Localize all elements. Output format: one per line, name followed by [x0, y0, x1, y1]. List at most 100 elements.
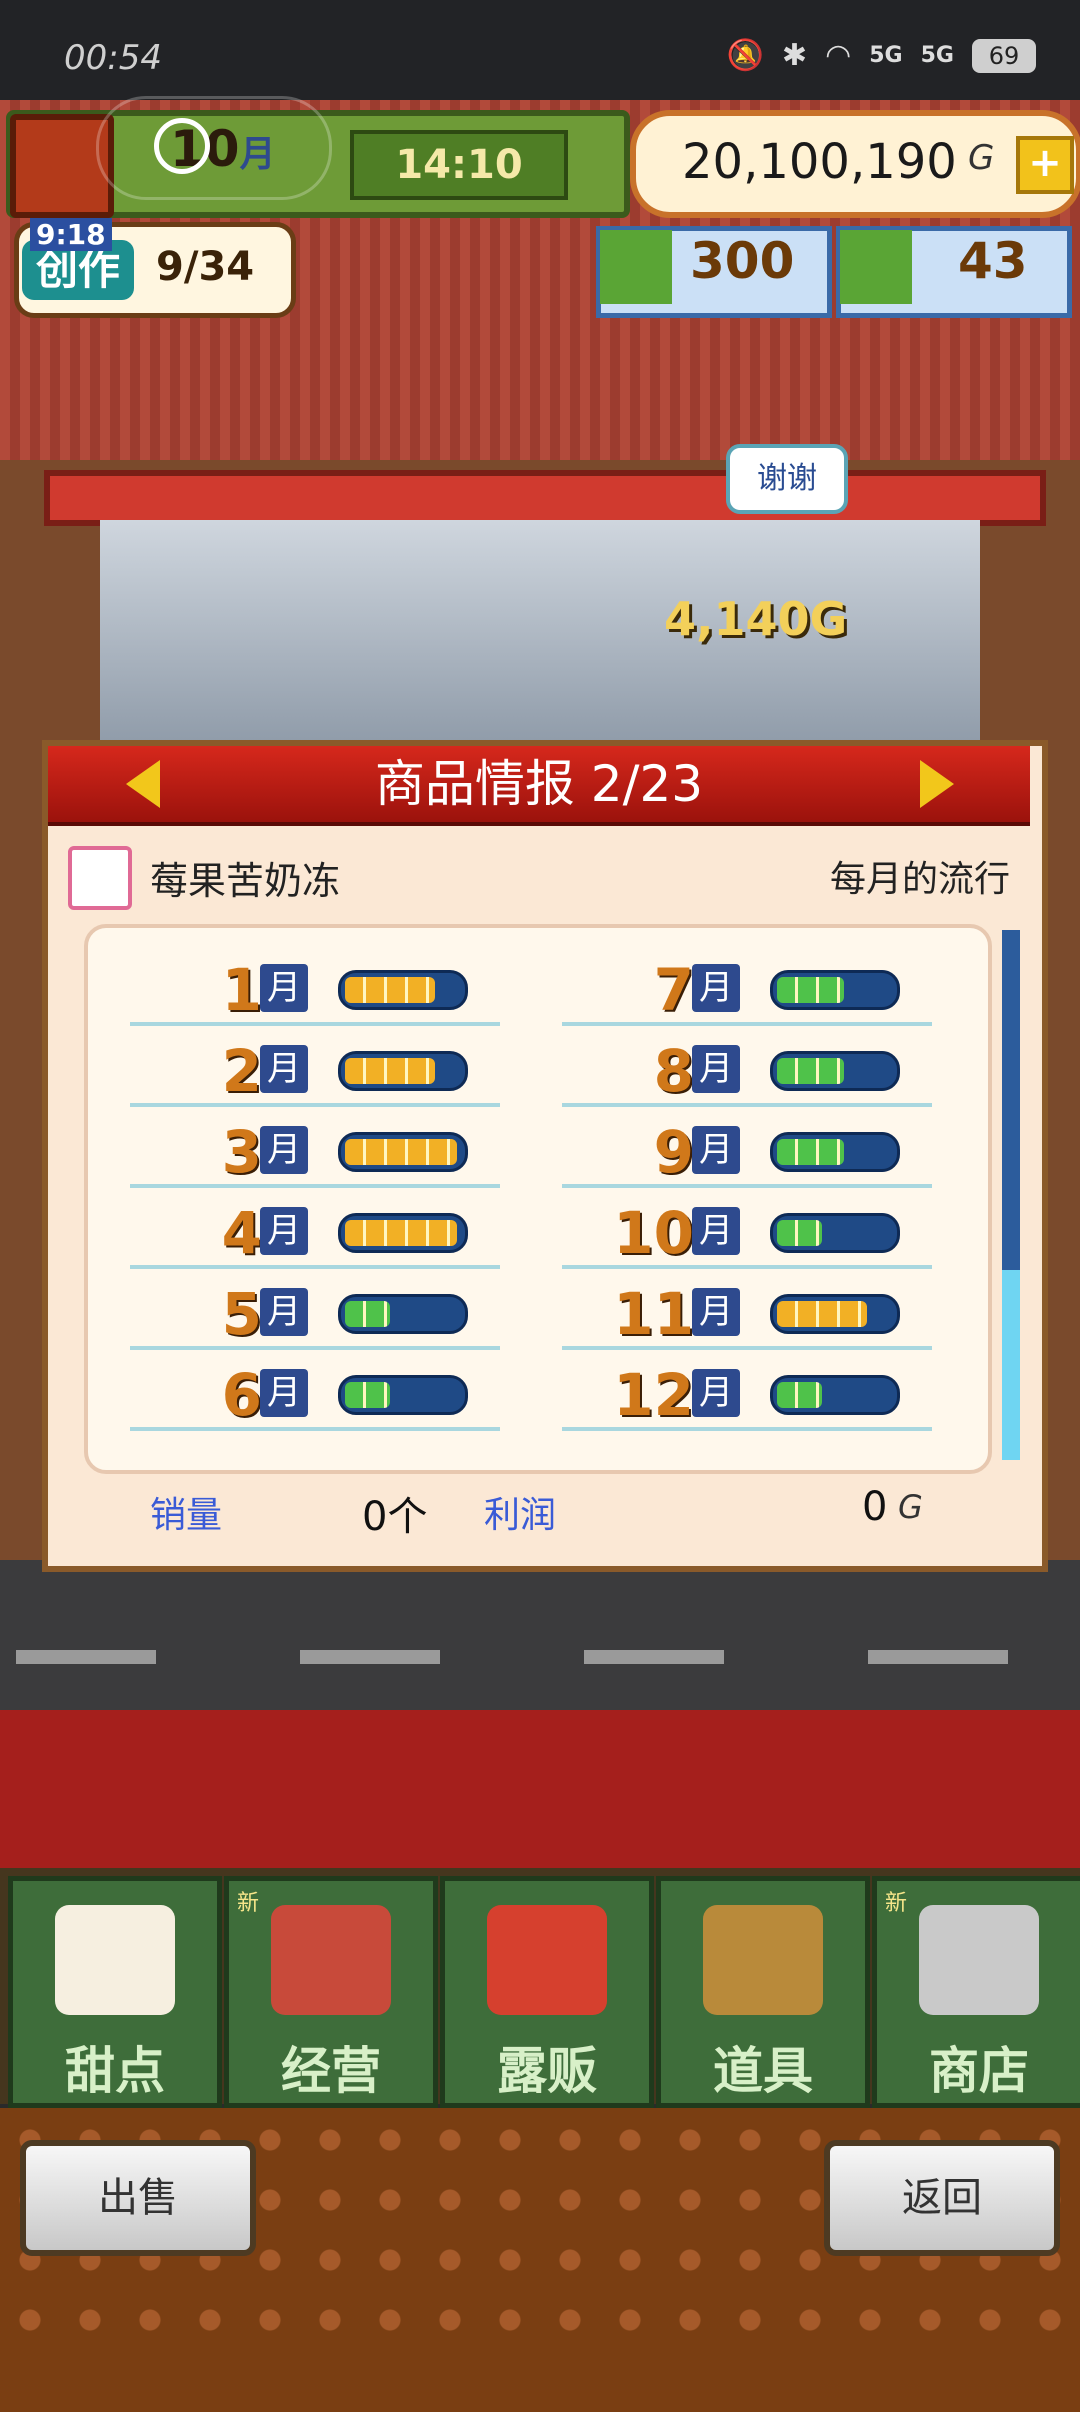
row-divider — [130, 1427, 500, 1431]
month-row: 9月 — [562, 1108, 932, 1188]
row-divider — [562, 1022, 932, 1026]
signal-icon-2: 5G — [920, 43, 954, 68]
month-suffix: 月 — [260, 1126, 308, 1174]
status-icons: 🔕 ✱ ◠ 5G 5G 69 — [727, 38, 1036, 73]
month-row: 4月 — [130, 1189, 500, 1269]
dessert-icon — [68, 846, 132, 910]
game-clock: 14:10 — [350, 130, 568, 200]
next-arrow-icon[interactable] — [920, 760, 954, 808]
create-count: 9/34 — [156, 244, 255, 290]
status-time: 00:54 — [64, 38, 162, 78]
nav-label: 商店 — [929, 2042, 1029, 2100]
row-divider — [130, 1265, 500, 1269]
row-divider — [562, 1265, 932, 1269]
new-badge: 新 — [237, 1891, 260, 1916]
month-row: 2月 — [130, 1027, 500, 1107]
road-marking — [300, 1650, 440, 1664]
silver-coin-icon — [840, 230, 912, 304]
cake-icon — [55, 1905, 175, 2015]
nav-item-2[interactable]: 露贩 — [440, 1876, 654, 2108]
month-row: 3月 — [130, 1108, 500, 1188]
month-suffix: 月 — [692, 1288, 740, 1336]
row-divider — [130, 1346, 500, 1350]
popularity-fill — [345, 1058, 435, 1084]
profit-label: 利润 — [484, 1495, 557, 1536]
food-truck-icon — [487, 1905, 607, 2015]
panel-header: 商品情报 2/23 — [48, 746, 1030, 826]
nav-item-4[interactable]: 新商店 — [872, 1876, 1080, 2108]
coin-value: 43 — [958, 232, 1028, 290]
month-number: 10 — [613, 1199, 694, 1267]
month-number: 9 — [653, 1118, 694, 1186]
popularity-bar — [770, 970, 900, 1010]
month-suffix: 月 — [692, 1369, 740, 1417]
gold-value: 300 — [690, 232, 795, 290]
wifi-icon: ◠ — [825, 38, 852, 73]
road-marking — [16, 1650, 156, 1664]
row-divider — [130, 1103, 500, 1107]
nav-item-3[interactable]: 道具 — [656, 1876, 870, 2108]
month-row: 6月 — [130, 1351, 500, 1431]
month-suffix: 月 — [260, 1045, 308, 1093]
popularity-fill — [345, 1301, 390, 1327]
shopping-cart-icon — [919, 1905, 1039, 2015]
popularity-bar — [338, 1051, 468, 1091]
month-row: 7月 — [562, 946, 932, 1026]
sales-label: 销量 — [150, 1495, 223, 1536]
popularity-fill — [777, 1139, 844, 1165]
month-suffix: 月 — [260, 1207, 308, 1255]
scrollbar-thumb[interactable] — [1002, 1270, 1020, 1460]
add-money-button[interactable]: + — [1016, 136, 1074, 194]
nav-item-0[interactable]: 甜点 — [8, 1876, 222, 2108]
row-divider — [562, 1427, 932, 1431]
popularity-bar — [338, 1132, 468, 1172]
popularity-fill — [777, 1301, 867, 1327]
mute-icon: 🔕 — [726, 38, 764, 73]
sell-button[interactable]: 出售 — [20, 2140, 256, 2256]
popularity-bar — [770, 1051, 900, 1091]
nav-label: 经营 — [281, 2042, 381, 2100]
earned-popup: 4,140G — [664, 592, 848, 646]
month-number: 1 — [221, 956, 262, 1024]
panel-title: 商品情报 2/23 — [374, 755, 704, 813]
shop-window — [100, 520, 980, 750]
money-unit: G — [968, 138, 995, 178]
month-number: 3 — [221, 1118, 262, 1186]
month-row: 8月 — [562, 1027, 932, 1107]
nav-item-1[interactable]: 新经营 — [224, 1876, 438, 2108]
money-value: 20,100,190 — [682, 134, 957, 190]
gold-bar-icon — [600, 230, 672, 304]
month-number: 12 — [613, 1361, 694, 1429]
month-row: 10 月 — [562, 1189, 932, 1269]
nav-label: 露贩 — [497, 2042, 597, 2100]
month-row: 12 月 — [562, 1351, 932, 1431]
month-row: 11 月 — [562, 1270, 932, 1350]
popularity-bar — [338, 1213, 468, 1253]
road-marking — [584, 1650, 724, 1664]
month-number: 2 — [221, 1037, 262, 1105]
popularity-fill — [345, 1220, 457, 1246]
month-number: 11 — [613, 1280, 694, 1348]
row-divider — [130, 1022, 500, 1026]
back-button[interactable]: 返回 — [824, 2140, 1060, 2256]
popularity-bar — [338, 1294, 468, 1334]
popularity-bar — [770, 1375, 900, 1415]
month-number: 5 — [221, 1280, 262, 1348]
nav-label: 道具 — [713, 2042, 813, 2100]
trend-label: 每月的流行 — [829, 859, 1010, 900]
record-icon[interactable] — [154, 118, 210, 174]
row-divider — [562, 1346, 932, 1350]
month-suffix: 月 — [692, 1045, 740, 1093]
popularity-bar — [770, 1132, 900, 1172]
row-divider — [562, 1103, 932, 1107]
month-number: 4 — [221, 1199, 262, 1267]
money-display: 20,100,190 G — [630, 110, 1080, 218]
shop-icon — [271, 1905, 391, 2015]
row-divider — [130, 1184, 500, 1188]
floating-overlay[interactable] — [96, 96, 332, 200]
popularity-bar — [770, 1213, 900, 1253]
item-name: 莓果苦奶冻 — [150, 859, 341, 903]
thanks-bubble: 谢谢 — [726, 444, 848, 514]
profit-unit: G — [898, 1488, 923, 1526]
month-suffix: 月 — [692, 1126, 740, 1174]
